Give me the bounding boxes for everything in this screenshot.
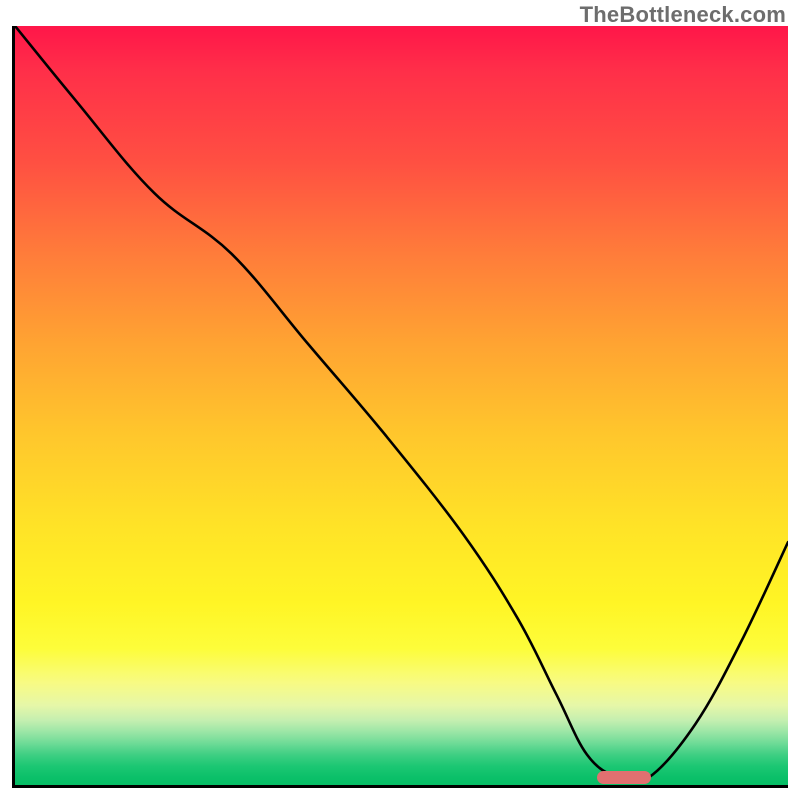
curve-overlay bbox=[15, 26, 788, 785]
chart-container: TheBottleneck.com bbox=[0, 0, 800, 800]
optimal-range-marker bbox=[597, 771, 651, 784]
bottleneck-curve bbox=[15, 26, 788, 783]
watermark-text: TheBottleneck.com bbox=[580, 2, 786, 28]
plot-area bbox=[12, 26, 788, 788]
